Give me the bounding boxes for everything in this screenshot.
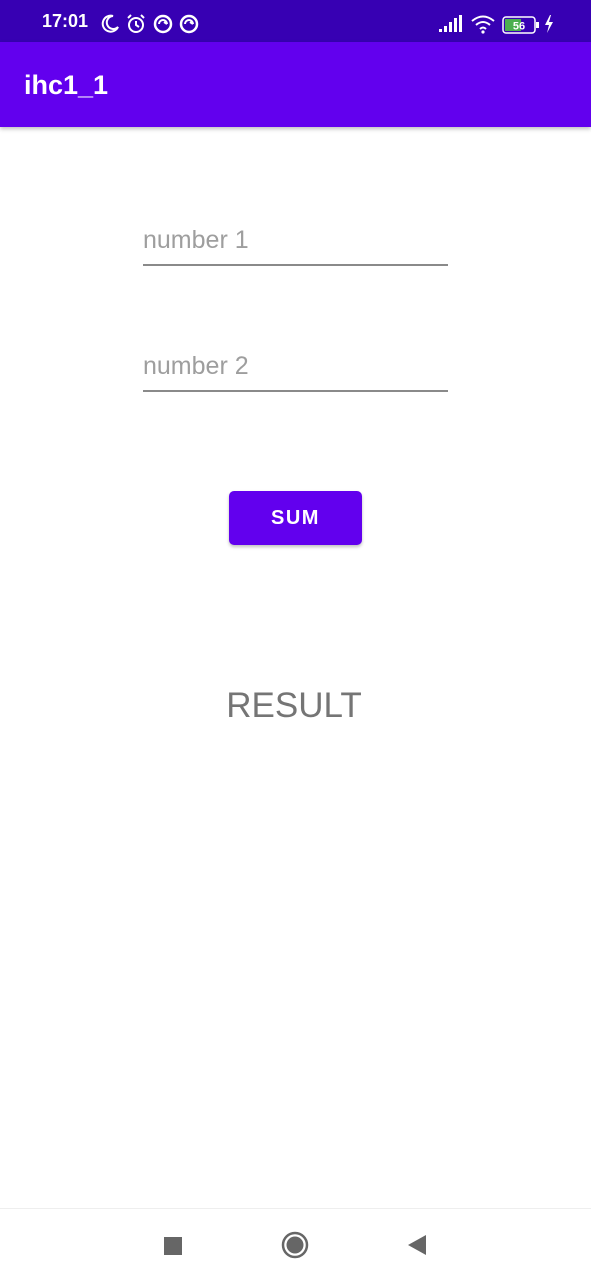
wifi-icon <box>471 15 495 34</box>
result-text: RESULT <box>226 686 362 725</box>
moon-icon <box>101 14 119 33</box>
app-title: ihc1_1 <box>24 70 109 100</box>
home-icon[interactable] <box>281 1231 309 1259</box>
number1-input[interactable] <box>143 218 448 262</box>
number2-field[interactable] <box>143 344 448 392</box>
sum-button[interactable]: SUM <box>229 491 362 545</box>
signal-icon <box>439 15 462 32</box>
recents-icon[interactable] <box>163 1236 183 1256</box>
battery-level-text: 56 <box>513 21 525 33</box>
number1-field[interactable] <box>143 218 448 266</box>
navigation-bar <box>0 1208 591 1281</box>
app-bar: ihc1_1 <box>0 42 591 127</box>
charging-icon <box>545 15 553 33</box>
alarm-icon <box>127 14 145 33</box>
sync-icon <box>179 14 199 34</box>
number2-input[interactable] <box>143 344 448 388</box>
battery-icon: 56 <box>502 16 539 34</box>
status-bar: 17:01 56 <box>0 0 591 42</box>
back-icon[interactable] <box>405 1233 429 1257</box>
status-time: 17:01 <box>42 11 89 31</box>
sync-icon <box>153 14 173 34</box>
